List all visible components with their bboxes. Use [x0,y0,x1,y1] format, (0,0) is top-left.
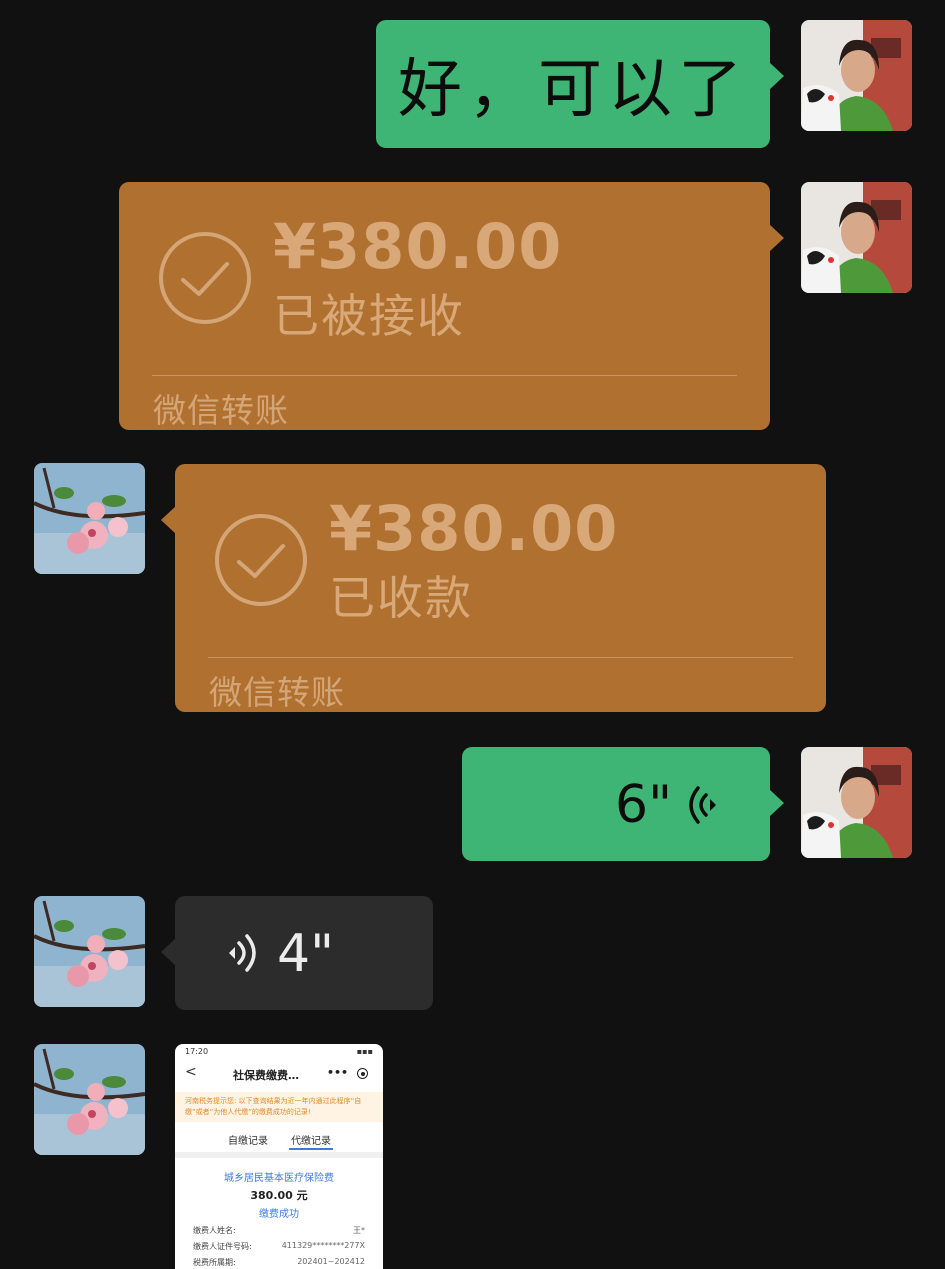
transfer-sent-bubble[interactable]: ¥380.00 已被接收 微信转账 [119,182,784,430]
divider [208,657,793,658]
detail-row: 缴费人姓名: 王* [193,1225,365,1236]
row-value: 411329********277X [281,1241,365,1250]
self-avatar[interactable] [801,747,912,858]
image-message-screenshot[interactable]: 17:20 ▪▪▪ < 社保费缴费… ••• 河南税务提示您: 以下查询结果为近… [175,1044,383,1269]
tab-proxy-payment: 代缴记录 [291,1136,331,1147]
row-label: 税费所属期: [193,1258,236,1267]
separator [175,1152,383,1158]
transfer-brand: 微信转账 [153,391,289,430]
transfer-status: 已收款 [329,571,473,625]
row-value: 王* [353,1226,365,1235]
detail-row: 缴费人证件号码: 411329********277X [193,1241,365,1252]
transfer-received-bubble[interactable]: ¥380.00 已收款 微信转账 [161,464,826,712]
detail-row: 税费所属期: 202401~202412 [193,1257,365,1268]
tab-self-payment: 自缴记录 [228,1136,268,1147]
transfer-amount: ¥380.00 [329,492,619,565]
status-time: 17:20 [185,1047,209,1056]
peach-blossom-avatar-photo [34,1044,145,1155]
self-avatar-photo [801,182,912,293]
row-label: 缴费人姓名: [193,1226,236,1235]
peach-blossom-avatar-photo [34,463,145,574]
transfer-brand: 微信转账 [209,673,345,712]
contact-avatar[interactable] [34,1044,145,1155]
screenshot-title: 社保费缴费… [233,1069,299,1082]
check-circle-icon [215,514,307,606]
check-circle-icon [159,232,251,324]
chat-screen: 好，可以了 ¥380.00 已被接收 微信转账 ¥380.00 已收款 微信转账… [0,0,945,1269]
row-label: 缴费人证件号码: [193,1242,252,1251]
transfer-status: 已被接收 [273,289,465,343]
more-menu-icon: ••• [327,1066,349,1079]
voice-message-sent[interactable]: 6" [462,747,784,861]
voice-duration: 4" [277,924,335,984]
self-avatar-photo [801,20,912,131]
close-target-icon [357,1068,368,1079]
row-value: 202401~202412 [297,1257,365,1266]
voice-wave-icon [689,786,716,824]
transfer-amount: ¥380.00 [273,210,563,283]
voice-wave-icon [229,934,256,972]
card-status: 缴费成功 [259,1209,299,1220]
card-title: 城乡居民基本医疗保险费 [224,1173,334,1184]
divider [152,375,737,376]
self-avatar-photo [801,747,912,858]
card-amount: 380.00 元 [250,1189,308,1202]
voice-duration: 6" [614,775,672,835]
self-avatar[interactable] [801,182,912,293]
contact-avatar[interactable] [34,463,145,574]
record-tabs: 自缴记录 代缴记录 [175,1128,383,1150]
status-icons: ▪▪▪ [356,1047,373,1056]
sent-text-bubble[interactable]: 好，可以了 [376,20,784,148]
self-avatar[interactable] [801,20,912,131]
message-text: 好，可以了 [398,53,748,127]
voice-message-received[interactable]: 4" [161,896,433,1010]
back-arrow-icon: < [185,1064,197,1080]
peach-blossom-avatar-photo [34,896,145,1007]
contact-avatar[interactable] [34,896,145,1007]
notice-banner: 河南税务提示您: 以下查询结果为近一年内通过此程序“自缴”或者“为他人代缴”的缴… [175,1092,383,1122]
active-tab-underline [289,1148,333,1150]
